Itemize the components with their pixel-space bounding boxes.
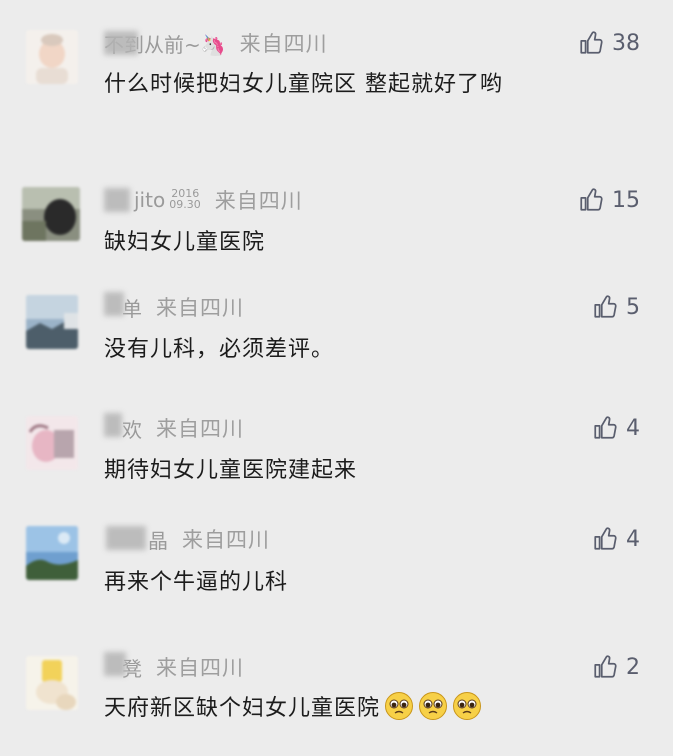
name-mosaic [104, 413, 122, 437]
pink-avatar-icon [26, 416, 78, 470]
like-count: 2 [626, 654, 640, 680]
pleading-face-icon [418, 691, 448, 721]
like-count: 5 [626, 294, 640, 320]
user-avatar[interactable] [26, 656, 78, 710]
name-mosaic [106, 526, 146, 550]
location-label: 来自四川 [156, 656, 244, 680]
baby-avatar-icon [26, 30, 78, 84]
location-label: 来自四川 [239, 32, 328, 56]
name-mosaic [104, 652, 126, 676]
like-button[interactable]: 5 [592, 293, 640, 321]
name-mosaic [104, 31, 138, 55]
like-button[interactable]: 4 [592, 525, 640, 553]
landscape-avatar-icon [26, 295, 78, 349]
comment-text: 缺妇女儿童医院 [104, 230, 266, 255]
thumbs-up-icon [580, 31, 603, 54]
user-avatar[interactable] [26, 30, 78, 84]
user-avatar[interactable] [22, 187, 80, 241]
like-button[interactable]: 38 [578, 29, 640, 57]
comment-text: 什么时候把妇女儿童院区 整起就好了哟 [104, 72, 503, 97]
pleading-face-icon [384, 691, 414, 721]
photo-avatar-icon [22, 187, 80, 241]
like-count: 38 [612, 30, 640, 56]
thumbs-up-icon [594, 295, 617, 318]
thumbs-up-icon [594, 416, 617, 439]
user-avatar[interactable] [26, 416, 78, 470]
name-mosaic [104, 188, 130, 212]
user-name[interactable]: 单 [122, 293, 142, 322]
comment-text: 期待妇女儿童医院建起来 [104, 458, 358, 483]
user-name[interactable]: jito [134, 188, 165, 212]
name-badge-date: 09.30 [169, 197, 201, 211]
user-avatar[interactable] [26, 526, 78, 580]
comment-text: 天府新区缺个妇女儿童医院 [104, 690, 482, 724]
user-avatar[interactable] [26, 295, 78, 349]
location-label: 来自四川 [214, 189, 303, 213]
comment-text: 再来个牛逼的儿科 [104, 570, 289, 595]
comment-meta: jito 2016 09.30 来自四川 [104, 186, 303, 214]
comment-meta: 欢 来自四川 [104, 414, 244, 442]
location-label: 来自四川 [156, 296, 244, 320]
sky-avatar-icon [26, 526, 78, 580]
like-count: 15 [612, 187, 640, 213]
comment-meta: 单 来自四川 [104, 293, 244, 321]
thumbs-up-icon [580, 188, 603, 211]
yellow-avatar-icon [26, 656, 78, 710]
comment-text: 没有儿科，必须差评。 [104, 337, 335, 362]
comment-text-body: 天府新区缺个妇女儿童医院 [104, 696, 381, 721]
like-button[interactable]: 2 [592, 653, 640, 681]
location-label: 来自四川 [156, 417, 244, 441]
user-name[interactable]: 欢 [122, 414, 142, 443]
like-count: 4 [626, 415, 640, 441]
like-button[interactable]: 4 [592, 414, 640, 442]
location-label: 来自四川 [182, 528, 270, 552]
user-name[interactable]: 晶 [148, 525, 168, 554]
name-mosaic [104, 292, 124, 316]
like-count: 4 [626, 526, 640, 552]
pleading-face-icon [452, 691, 482, 721]
like-button[interactable]: 15 [578, 186, 640, 214]
thumbs-up-icon [594, 527, 617, 550]
thumbs-up-icon [594, 655, 617, 678]
